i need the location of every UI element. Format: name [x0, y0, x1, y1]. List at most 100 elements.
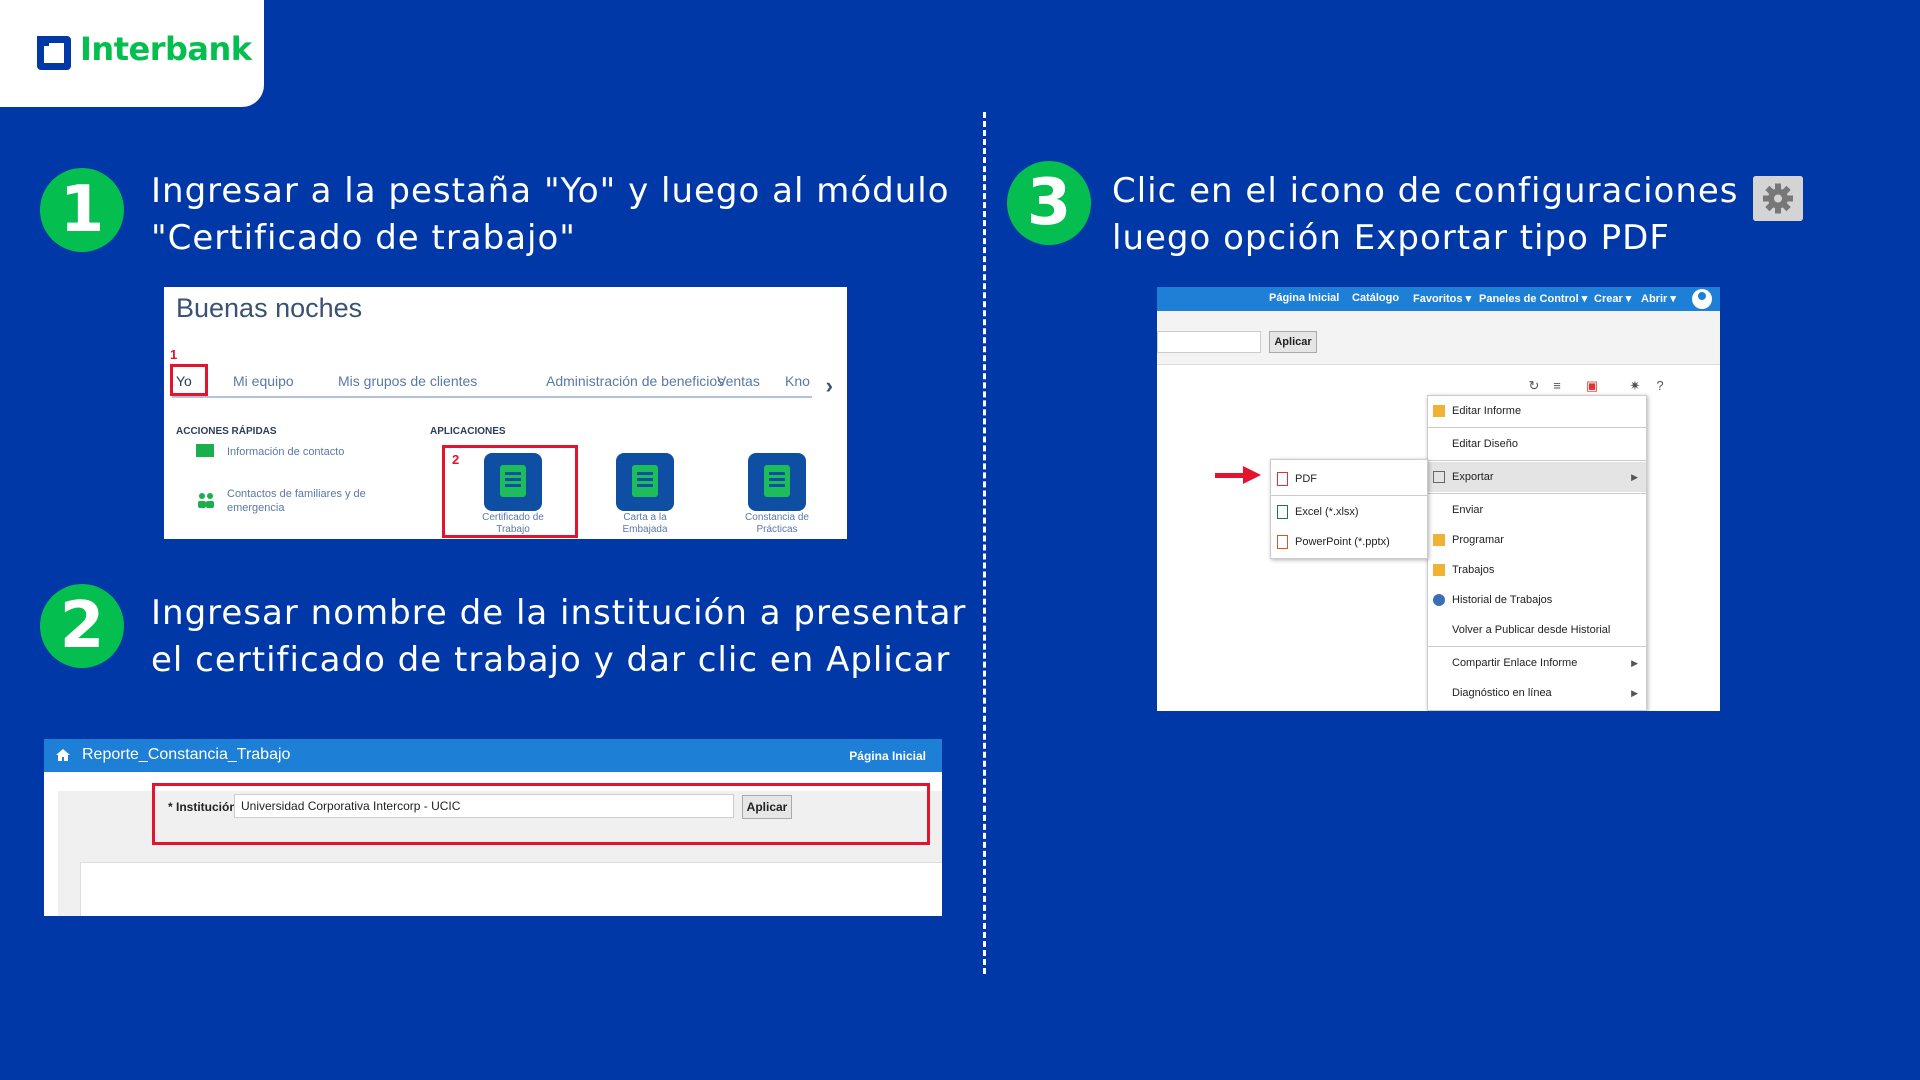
- step-1-line2: "Certificado de trabajo": [151, 218, 576, 258]
- greeting: Buenas noches: [176, 293, 363, 323]
- nav-catalogo[interactable]: Catálogo: [1352, 292, 1399, 304]
- menu-editar-diseno[interactable]: Editar Diseño: [1428, 429, 1646, 459]
- powerpoint-icon: [1277, 535, 1288, 549]
- link-contact-info[interactable]: Información de contacto: [227, 445, 344, 459]
- app-carta-label[interactable]: Carta a la Embajada: [590, 512, 700, 536]
- menu-enviar-label: Enviar: [1452, 504, 1484, 516]
- screenshot-home-tabs: Buenas noches 1 Yo Mi equipo Mis grupos …: [164, 287, 847, 539]
- submenu-arrow-icon: ▶: [1631, 658, 1638, 668]
- menu-diagnostico[interactable]: Diagnóstico en línea ▶: [1428, 678, 1646, 708]
- highlight-yo-tab: [170, 364, 208, 396]
- export-submenu: PDF Excel (*.xlsx) PowerPoint (*.pptx): [1270, 459, 1428, 559]
- menu-enviar[interactable]: Enviar: [1428, 495, 1646, 525]
- step-3-number: 3: [1007, 161, 1091, 245]
- export-pdf-label: PDF: [1295, 473, 1317, 485]
- settings-gear-icon[interactable]: ✷: [1628, 379, 1642, 393]
- nav-favoritos[interactable]: Favoritos ▾: [1413, 292, 1471, 305]
- submenu-arrow-icon: ▶: [1631, 688, 1638, 698]
- pdf-dropdown-icon[interactable]: ▣: [1585, 379, 1599, 393]
- menu-volver-publicar-label: Volver a Publicar desde Historial: [1452, 624, 1611, 636]
- marker-1: 1: [170, 347, 178, 362]
- export-powerpoint-label: PowerPoint (*.pptx): [1295, 536, 1390, 548]
- step-2-line1: Ingresar nombre de la institución a pres…: [151, 593, 967, 633]
- vertical-divider: [983, 112, 986, 974]
- step-2-line2: el certificado de trabajo y dar clic en …: [151, 640, 951, 680]
- menu-historial-label: Historial de Trabajos: [1452, 594, 1553, 606]
- help-icon[interactable]: ?: [1653, 379, 1667, 393]
- nav-abrir[interactable]: Abrir ▾: [1641, 292, 1676, 305]
- menu-exportar[interactable]: Exportar ▶: [1428, 462, 1646, 492]
- menu-trabajos[interactable]: Trabajos: [1428, 555, 1646, 585]
- excel-icon: [1277, 505, 1288, 519]
- export-icon: [1433, 471, 1445, 483]
- app-carta-icon[interactable]: [616, 453, 674, 511]
- app-constancia-icon[interactable]: [748, 453, 806, 511]
- step-3-text: Clic en el icono de configuraciones lueg…: [1112, 168, 1739, 262]
- link-family-contacts-line1: Contactos de familiares y de: [227, 488, 366, 500]
- app-certificado-line2: Trabajo: [496, 524, 530, 535]
- export-pdf[interactable]: PDF: [1271, 464, 1427, 494]
- people-icon: [198, 493, 214, 508]
- menu-editar-informe[interactable]: Editar Informe: [1428, 396, 1646, 426]
- app-constancia-line1: Constancia de: [745, 512, 809, 523]
- submenu-arrow-icon: ▶: [1631, 472, 1638, 482]
- gear-icon: [1753, 176, 1803, 221]
- tab-beneficios[interactable]: Administración de beneficios: [546, 373, 724, 389]
- app-certificado-label[interactable]: Certificado de Trabajo: [458, 512, 568, 536]
- link-family-contacts-line2: emergencia: [227, 502, 285, 514]
- menu-compartir[interactable]: Compartir Enlace Informe ▶: [1428, 648, 1646, 678]
- step-2-text: Ingresar nombre de la institución a pres…: [151, 590, 966, 684]
- export-powerpoint[interactable]: PowerPoint (*.pptx): [1271, 527, 1427, 557]
- filter-input[interactable]: [1157, 331, 1261, 353]
- step-1-number: 1: [40, 168, 124, 252]
- menu-volver-publicar[interactable]: Volver a Publicar desde Historial: [1428, 615, 1646, 645]
- menu-exportar-label: Exportar: [1452, 471, 1494, 483]
- app-certificado-line1: Certificado de: [482, 512, 544, 523]
- menu-compartir-label: Compartir Enlace Informe: [1452, 657, 1578, 669]
- menu-editar-diseno-label: Editar Diseño: [1452, 438, 1519, 450]
- home-link[interactable]: Página Inicial: [849, 749, 926, 763]
- step-1-text: Ingresar a la pestaña "Yo" y luego al mó…: [151, 168, 950, 262]
- nav-pagina-inicial[interactable]: Página Inicial: [1269, 292, 1339, 304]
- doc-icon: [1433, 405, 1445, 417]
- export-excel-label: Excel (*.xlsx): [1295, 506, 1359, 518]
- quick-actions-title: ACCIONES RÁPIDAS: [176, 426, 277, 437]
- tab-ventas[interactable]: Ventas: [717, 373, 760, 389]
- pdf-icon: [1277, 472, 1288, 486]
- menu-programar-label: Programar: [1452, 534, 1504, 546]
- report-header-bar: Reporte_Constancia_Trabajo Página Inicia…: [44, 739, 942, 772]
- menu-editar-informe-label: Editar Informe: [1452, 405, 1522, 417]
- tab-mis-grupos[interactable]: Mis grupos de clientes: [338, 373, 477, 389]
- top-nav-bar: Página Inicial Catálogo Favoritos ▾ Pane…: [1157, 287, 1720, 311]
- apps-title: APLICACIONES: [430, 426, 506, 437]
- user-avatar-icon[interactable]: [1692, 289, 1712, 309]
- menu-programar[interactable]: Programar: [1428, 525, 1646, 555]
- menu-trabajos-label: Trabajos: [1452, 564, 1495, 576]
- nav-paneles[interactable]: Paneles de Control ▾: [1479, 292, 1587, 305]
- menu-historial[interactable]: Historial de Trabajos: [1428, 585, 1646, 615]
- step-3-line2: luego opción Exportar tipo PDF: [1112, 218, 1670, 258]
- brand-name: Interbank: [80, 30, 252, 68]
- calendar-icon: [1433, 534, 1445, 546]
- red-arrow-icon: [1215, 466, 1261, 484]
- app-carta-line1: Carta a la: [623, 512, 667, 523]
- chevron-right-icon[interactable]: ›: [826, 373, 833, 399]
- screenshot-report-form: Reporte_Constancia_Trabajo Página Inicia…: [44, 739, 942, 916]
- tab-bar: Yo Mi equipo Mis grupos de clientes Admi…: [172, 365, 812, 398]
- home-icon[interactable]: [56, 749, 70, 761]
- nav-crear[interactable]: Crear ▾: [1594, 292, 1631, 305]
- apply-button[interactable]: Aplicar: [1269, 331, 1317, 353]
- app-carta-line2: Embajada: [622, 524, 668, 535]
- tab-kno[interactable]: Kno: [785, 373, 810, 389]
- interbank-logo-icon: [37, 36, 71, 70]
- export-excel[interactable]: Excel (*.xlsx): [1271, 497, 1427, 527]
- link-family-contacts[interactable]: Contactos de familiares y de emergencia: [227, 487, 366, 515]
- step-3-line1: Clic en el icono de configuraciones: [1112, 171, 1739, 211]
- list-icon[interactable]: ≡: [1550, 379, 1564, 393]
- app-certificado-icon[interactable]: [484, 453, 542, 511]
- app-constancia-label[interactable]: Constancia de Prácticas: [722, 512, 832, 536]
- refresh-icon[interactable]: ↻: [1527, 379, 1541, 393]
- app-constancia-line2: Prácticas: [756, 524, 798, 535]
- tab-mi-equipo[interactable]: Mi equipo: [233, 373, 294, 389]
- report-body: [80, 862, 942, 916]
